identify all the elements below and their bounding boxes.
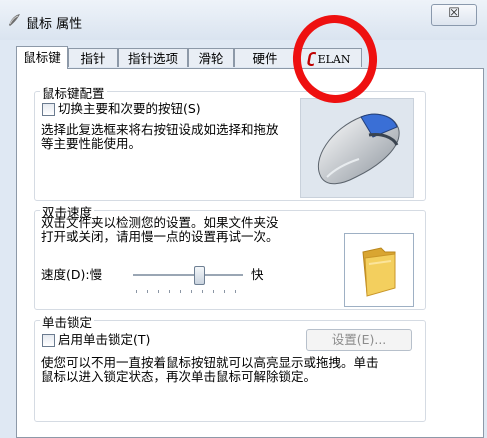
switch-buttons-checkbox[interactable] [42,103,55,116]
speed-slow-label: 速度(D):慢 [41,267,103,282]
title-bar: 鼠标 属性 ☒ [0,0,487,40]
button-config-desc-2: 等主要性能使用。 [41,136,142,151]
close-button[interactable]: ☒ [431,4,477,26]
test-folder[interactable] [344,233,414,307]
double-click-desc-2: 打开或关闭，请用慢一点的设置再试一次。 [41,229,279,244]
tab-pointer-options[interactable]: 指针选项 [118,48,188,67]
speed-fast-label: 快 [251,267,264,282]
click-lock-desc-2: 鼠标以进入锁定状态，再次单击鼠标可解除锁定。 [41,369,317,384]
click-lock-desc-1: 使您可以不用一直按着鼠标按钮就可以高亮显示或拖拽。单击 [41,355,379,370]
speed-slider-thumb[interactable] [193,266,205,285]
tab-pointers[interactable]: 指针 [68,48,118,67]
folder-icon [362,247,396,297]
button-config-title: 鼠标键配置 [40,83,107,102]
tab-wheel[interactable]: 滑轮 [188,48,234,67]
click-lock-settings-button[interactable]: 设置(E)... [306,329,412,351]
switch-buttons-label: 切换主要和次要的按钮(S) [58,101,201,116]
click-lock-label: 启用单击锁定(T) [58,332,151,347]
button-config-desc-1: 选择此复选框来将右按钮设成如选择和拖放 [41,122,279,137]
mouse-icon [317,113,400,185]
tab-buttons[interactable]: 鼠标键 [16,46,68,69]
window-title: 鼠标 属性 [26,17,83,32]
tab-hardware[interactable]: 硬件 [234,48,296,67]
speed-slider-ticks [136,290,240,293]
click-lock-title: 单击锁定 [40,312,95,331]
speed-slider-track[interactable] [133,274,243,277]
click-lock-checkbox[interactable] [42,334,55,347]
mouse-pointer-icon [9,14,20,26]
double-click-desc-1: 双击文件夹以检测您的设置。如果文件夹没 [41,215,279,230]
mouse-image [300,98,414,198]
